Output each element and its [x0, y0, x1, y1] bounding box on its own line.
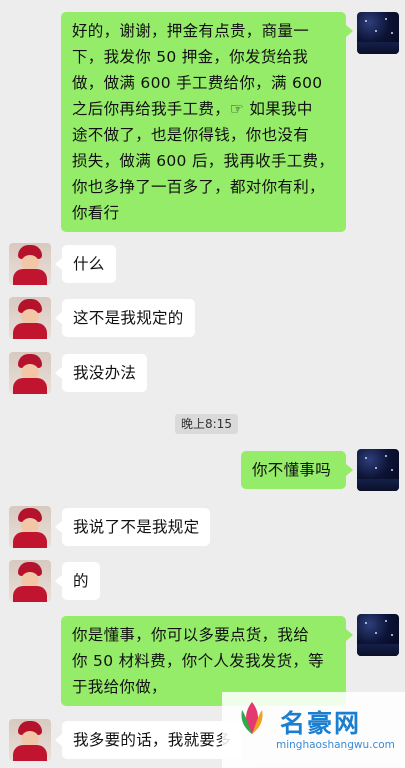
message-bubble-other[interactable]: 这不是我规定的: [62, 299, 195, 337]
message-line: 你是懂事，你可以多要点货，我给: [72, 626, 310, 644]
watermark-url: minghaoshangwu.com: [276, 739, 395, 751]
message-line: 我多要的话，我就要多: [73, 731, 232, 749]
self-avatar[interactable]: [357, 449, 399, 491]
message-bubble-self[interactable]: 好的，谢谢，押金有点贵，商量一 下，我发你 50 押金，你发货给我 做，做满 6…: [61, 12, 346, 232]
message-line: 的: [73, 572, 89, 590]
self-avatar[interactable]: [357, 12, 399, 54]
message-line: 好的，谢谢，押金有点贵，商量一: [72, 22, 310, 40]
watermark-logo-icon: [241, 702, 263, 734]
message-line: 我没办法: [73, 364, 137, 382]
watermark: 名豪网 minghaoshangwu.com: [222, 692, 405, 768]
message-line: 做，做满 600 手工费给你，满 600: [72, 74, 323, 92]
contact-avatar[interactable]: [9, 297, 51, 339]
message-bubble-other[interactable]: 我多要的话，我就要多: [62, 721, 243, 759]
message-bubble-other[interactable]: 我说了不是我规定: [62, 508, 211, 546]
chat-timestamp: 晚上8:15: [175, 414, 238, 434]
message-bubble-other[interactable]: 的: [62, 562, 100, 600]
message-line: 你不懂事吗: [252, 461, 332, 479]
self-avatar[interactable]: [357, 614, 399, 656]
message-bubble-other[interactable]: 什么: [62, 245, 116, 283]
contact-avatar[interactable]: [9, 560, 51, 602]
message-line: 下，我发你 50 押金，你发货给我: [72, 48, 309, 66]
message-line: 什么: [73, 255, 105, 273]
contact-avatar[interactable]: [9, 352, 51, 394]
message-line: 你 50 材料费，你个人发我发货，等: [72, 652, 324, 670]
watermark-name: 名豪网: [280, 709, 362, 738]
message-line: 你也多挣了一百多了，都对你有利，: [72, 178, 325, 196]
contact-avatar[interactable]: [9, 506, 51, 548]
message-line: 途不做了，也是你得钱，你也没有: [72, 126, 310, 144]
message-bubble-self[interactable]: 你不懂事吗: [241, 451, 346, 489]
contact-avatar[interactable]: [9, 243, 51, 285]
message-bubble-other[interactable]: 我没办法: [62, 354, 148, 392]
message-line: 之后你再给我手工费，☞ 如果我中: [72, 100, 313, 118]
message-line: 损失，做满 600 后，我再收手工费，: [72, 152, 335, 170]
contact-avatar[interactable]: [9, 719, 51, 761]
message-line: 我说了不是我规定: [73, 518, 200, 536]
message-line: 你看行: [72, 204, 120, 222]
message-line: 这不是我规定的: [73, 309, 184, 327]
